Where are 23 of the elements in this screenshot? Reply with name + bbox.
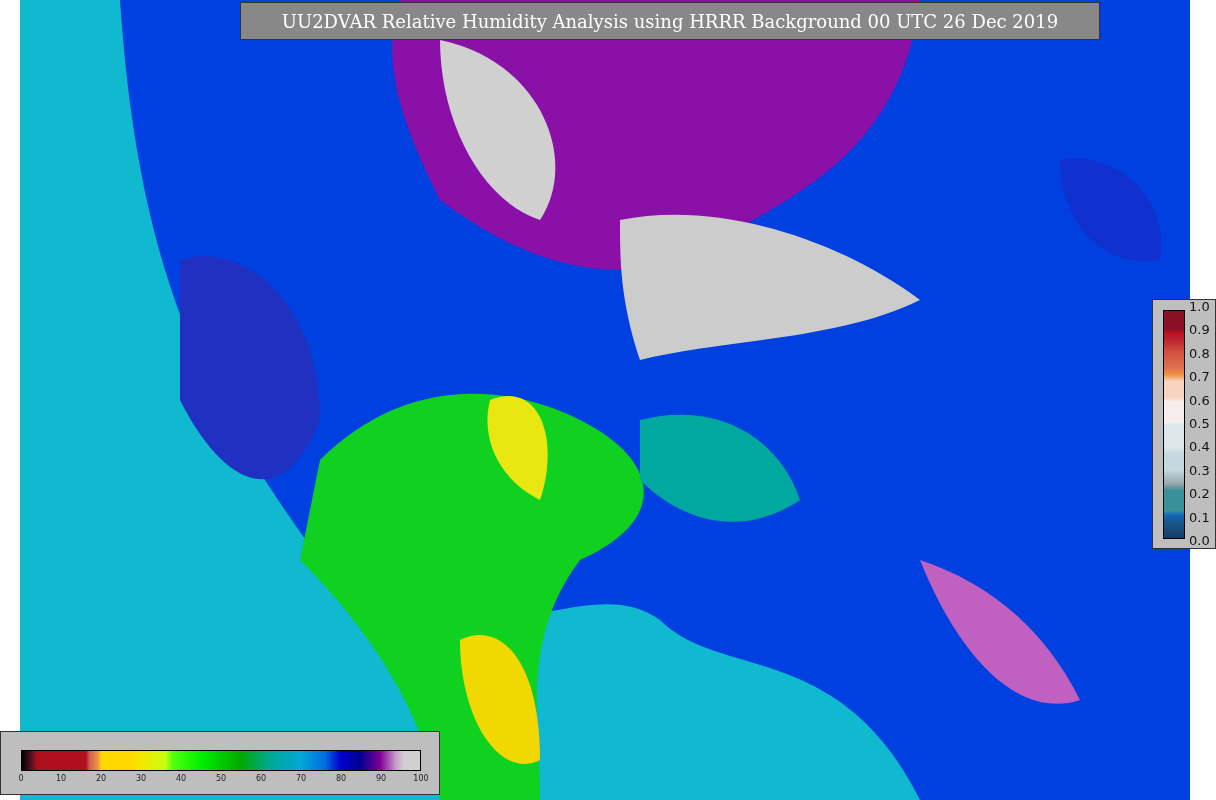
tick-label: 0.3 (1189, 463, 1210, 478)
tick-label: 20 (94, 774, 108, 783)
tick-label: 0.8 (1189, 346, 1210, 361)
tick-label: 10 (54, 774, 68, 783)
tick-label: 0.6 (1189, 393, 1210, 408)
tick-label: 0.2 (1189, 487, 1210, 502)
tick-label: 1.0 (1189, 300, 1210, 314)
tick-label: 50 (214, 774, 228, 783)
tick-label: 0.7 (1189, 370, 1210, 385)
tick-label: 60 (254, 774, 268, 783)
tick-label: 0.0 (1189, 533, 1210, 548)
tick-label: 80 (334, 774, 348, 783)
tick-label: 30 (134, 774, 148, 783)
tick-label: 70 (294, 774, 308, 783)
tick-label: 0.5 (1189, 416, 1210, 431)
tick-label: 40 (174, 774, 188, 783)
tick-label: 100 (412, 774, 430, 783)
tick-label: 0 (17, 774, 25, 783)
tick-label: 90 (374, 774, 388, 783)
map-title: UU2DVAR Relative Humidity Analysis using HRRR Background 00 UTC 26 Dec 2019 (240, 2, 1100, 40)
tick-label: 0.9 (1189, 323, 1210, 338)
tick-label: 0.1 (1189, 510, 1210, 525)
tick-label: 0.4 (1189, 440, 1210, 455)
